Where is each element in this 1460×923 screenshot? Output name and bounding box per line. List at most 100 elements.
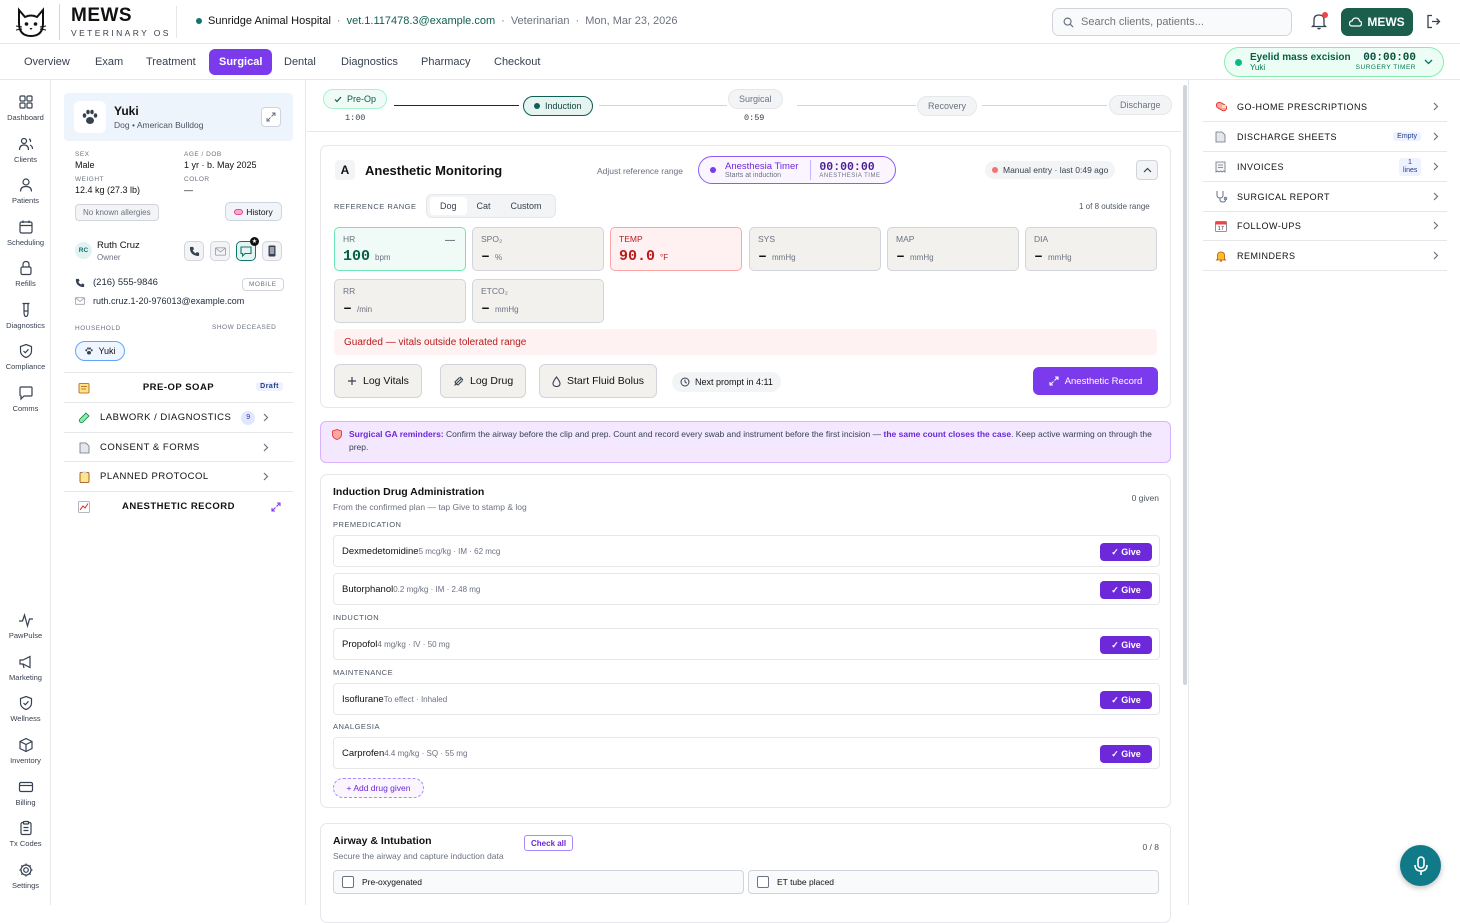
tab-overview[interactable]: Overview [14, 49, 80, 75]
section-consent-forms[interactable]: CONSENT & FORMS [64, 432, 293, 462]
nav-pawpulse[interactable]: PawPulse [0, 612, 51, 640]
ref-option-dog[interactable]: Dog [430, 197, 467, 215]
call-icon[interactable] [184, 241, 204, 261]
vital-hr[interactable]: HR — 100 bpm [334, 227, 466, 271]
go-home-prescriptions-item[interactable]: GO-HOME PRESCRIPTIONS [1203, 92, 1447, 122]
household-member-chip[interactable]: Yuki [75, 341, 125, 361]
vital-etco2[interactable]: ETCO₂ – mmHg [472, 279, 604, 323]
nav-wellness[interactable]: Wellness [0, 695, 51, 723]
log-vitals-button[interactable]: Log Vitals [334, 364, 422, 398]
step-surgical[interactable]: Surgical [728, 89, 783, 109]
anesthesia-timer[interactable]: Anesthesia Timer Starts at induction 00:… [698, 156, 896, 184]
add-drug-button[interactable]: + Add drug given [333, 778, 424, 798]
tab-checkout[interactable]: Checkout [484, 49, 550, 75]
vital-temp[interactable]: TEMP 90.0 °F [610, 227, 742, 271]
expand-icon[interactable] [271, 501, 281, 512]
surgery-timer[interactable]: Eyelid mass excision Yuki 00:00:00 SURGE… [1224, 47, 1444, 77]
vital-map[interactable]: MAP – mmHg [887, 227, 1019, 271]
card-subtitle: From the confirmed plan — tap Give to st… [333, 502, 527, 512]
show-deceased-toggle[interactable]: SHOW DECEASED [212, 324, 276, 331]
adjust-reference-link[interactable]: Adjust reference range [597, 166, 683, 176]
collapse-button[interactable] [1136, 160, 1158, 180]
chevron-down-icon[interactable] [1424, 59, 1433, 65]
tab-exam[interactable]: Exam [85, 49, 133, 75]
nav-inventory[interactable]: Inventory [0, 737, 51, 765]
logout-icon[interactable] [1426, 14, 1441, 29]
anesthetic-record-button[interactable]: Anesthetic Record [1033, 367, 1158, 395]
nav-settings[interactable]: Settings [0, 862, 51, 890]
search-input[interactable] [1081, 16, 1281, 28]
give-button[interactable]: ✓ Give [1100, 691, 1152, 709]
owner-email-row[interactable]: ruth.cruz.1-20-976013@example.com [75, 296, 244, 306]
follow-ups-item[interactable]: 17 FOLLOW-UPS [1203, 211, 1447, 241]
droplet-icon [552, 375, 561, 387]
search-box[interactable] [1052, 8, 1292, 36]
tab-surgical[interactable]: Surgical [209, 49, 273, 75]
tab-diagnostics[interactable]: Diagnostics [331, 49, 408, 75]
step-induction[interactable]: Induction [523, 96, 593, 116]
give-button[interactable]: ✓ Give [1100, 543, 1152, 561]
invoices-item[interactable]: INVOICES 1 lines [1203, 152, 1447, 182]
mail-icon[interactable] [210, 241, 230, 261]
check-all-button[interactable]: Check all [524, 835, 574, 851]
vital-value: 100 [343, 248, 371, 265]
checkbox[interactable] [757, 876, 769, 888]
step-discharge[interactable]: Discharge [1109, 95, 1172, 115]
history-button[interactable]: History [225, 202, 282, 221]
nav-tx-codes[interactable]: Tx Codes [0, 820, 51, 848]
nav-clients[interactable]: Clients [0, 136, 51, 164]
section-planned-protocol[interactable]: PLANNED PROTOCOL [64, 461, 293, 491]
give-button[interactable]: ✓ Give [1100, 636, 1152, 654]
checkbox[interactable] [342, 876, 354, 888]
tab-treatment[interactable]: Treatment [136, 49, 206, 75]
nav-diagnostics[interactable]: Diagnostics [0, 302, 51, 330]
voice-assistant-button[interactable] [1400, 845, 1441, 886]
mobile-phone-icon[interactable] [262, 241, 282, 261]
vital-sys[interactable]: SYS – mmHg [749, 227, 881, 271]
separator: · [336, 15, 341, 27]
tab-pharmacy[interactable]: Pharmacy [411, 49, 481, 75]
nav-refills[interactable]: Refills [0, 260, 51, 288]
reminders-item[interactable]: REMINDERS [1203, 241, 1447, 271]
nav-dashboard[interactable]: Dashboard [0, 94, 51, 122]
step-pre-op[interactable]: Pre-Op [323, 89, 388, 109]
step-recovery[interactable]: Recovery [917, 96, 978, 116]
owner-name[interactable]: Ruth Cruz [97, 240, 140, 251]
vital-spo2[interactable]: SPO₂ –% [472, 227, 604, 271]
section-pre-op-soap[interactable]: PRE-OP SOAP Draft [64, 372, 293, 402]
ref-option-cat[interactable]: Cat [467, 201, 501, 211]
nav-patients[interactable]: Patients [0, 177, 51, 205]
main-scrollbar[interactable] [1183, 85, 1187, 685]
hospital-name[interactable]: Sunridge Animal Hospital [208, 15, 331, 27]
checklist-item[interactable]: ET tube placed [748, 870, 1159, 894]
section-anesthetic-record[interactable]: ANESTHETIC RECORD [64, 491, 293, 521]
cat-logo-icon[interactable] [14, 7, 48, 39]
ref-option-custom[interactable]: Custom [501, 201, 552, 211]
section-labwork-diagnostics[interactable]: LABWORK / DIAGNOSTICS 9 [64, 402, 293, 432]
given-count: 0 given [1131, 493, 1159, 503]
surgical-report-item[interactable]: SURGICAL REPORT [1203, 182, 1447, 212]
vital-label: SPO₂ [481, 234, 503, 244]
vital-dia[interactable]: DIA – mmHg [1025, 227, 1157, 271]
nav-marketing[interactable]: Marketing [0, 654, 51, 682]
tab-dental[interactable]: Dental [274, 49, 326, 75]
vital-rr[interactable]: RR –/min [334, 279, 466, 323]
expand-icon[interactable] [261, 107, 281, 127]
nav-scheduling[interactable]: Scheduling [0, 219, 51, 247]
user-email[interactable]: vet.1.117478.3@example.com [347, 15, 496, 27]
discharge-sheets-item[interactable]: DISCHARGE SHEETS Empty [1203, 122, 1447, 152]
start-fluid-bolus-button[interactable]: Start Fluid Bolus [539, 364, 658, 398]
give-button[interactable]: ✓ Give [1100, 581, 1152, 599]
nav-compliance[interactable]: Compliance [0, 343, 51, 371]
log-drug-button[interactable]: Log Drug [440, 364, 527, 398]
patient-card[interactable]: Yuki Dog • American Bulldog [64, 93, 293, 141]
checklist-item[interactable]: Pre-oxygenated [333, 870, 744, 894]
owner-phone-row[interactable]: (216) 555-9846 [75, 277, 158, 288]
sms-icon[interactable]: ★ [236, 237, 259, 261]
nav-billing[interactable]: Billing [0, 779, 51, 807]
notifications-bell-icon[interactable] [1310, 12, 1328, 30]
mews-button[interactable]: MEWS [1341, 8, 1413, 36]
give-button[interactable]: ✓ Give [1100, 745, 1152, 763]
nav-comms[interactable]: Comms [0, 385, 51, 413]
reference-range-selector: Dog Cat Custom [426, 194, 556, 218]
